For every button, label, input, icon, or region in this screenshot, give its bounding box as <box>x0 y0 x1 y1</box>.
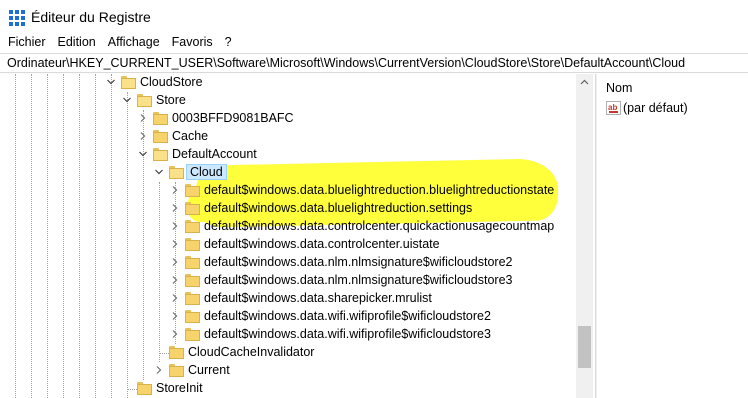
tree-node-label[interactable]: default$windows.data.nlm.nlmsignature$wi… <box>202 255 515 269</box>
folder-icon <box>137 382 152 395</box>
value-name: (par défaut) <box>623 101 688 115</box>
folder-icon <box>185 274 200 287</box>
tree-node[interactable]: CloudStore <box>0 74 576 92</box>
tree-node[interactable]: default$windows.data.nlm.nlmsignature$wi… <box>0 254 576 272</box>
title-bar[interactable]: Éditeur du Registre <box>0 0 748 34</box>
folder-icon <box>185 220 200 233</box>
address-path[interactable]: Ordinateur\HKEY_CURRENT_USER\Software\Mi… <box>7 56 685 70</box>
folder-icon <box>185 184 200 197</box>
chevron-right-icon[interactable] <box>170 221 180 231</box>
tree-node[interactable]: Cache <box>0 128 576 146</box>
string-value-icon: ab <box>606 101 621 115</box>
tree-guide <box>127 389 137 390</box>
tree-node[interactable]: default$windows.data.controlcenter.quick… <box>0 218 576 236</box>
chevron-right-icon[interactable] <box>138 113 148 123</box>
values-pane[interactable]: Nom ab (par défaut) <box>598 74 748 398</box>
tree-node-label[interactable]: Current <box>186 363 232 377</box>
folder-icon <box>185 202 200 215</box>
tree-node[interactable]: CloudCacheInvalidator <box>0 344 576 362</box>
menu-help[interactable]: ? <box>225 34 232 53</box>
scroll-thumb[interactable] <box>578 326 591 368</box>
tree-node[interactable]: default$windows.data.nlm.nlmsignature$wi… <box>0 272 576 290</box>
chevron-right-icon[interactable] <box>154 365 164 375</box>
tree-node[interactable]: 0003BFFD9081BAFC <box>0 110 576 128</box>
folder-icon <box>153 130 168 143</box>
tree-node-label[interactable]: default$windows.data.wifi.wifiprofile$wi… <box>202 309 493 323</box>
folder-icon <box>169 364 184 377</box>
chevron-right-icon[interactable] <box>170 311 180 321</box>
registry-editor-window: Éditeur du Registre Fichier Edition Affi… <box>0 0 748 398</box>
tree-node-label[interactable]: Cache <box>170 129 210 143</box>
tree-node[interactable]: default$windows.data.bluelightreduction.… <box>0 200 576 218</box>
folder-icon <box>185 238 200 251</box>
scroll-up-arrow-icon[interactable] <box>576 74 593 91</box>
tree-node[interactable]: DefaultAccount <box>0 146 576 164</box>
chevron-right-icon[interactable] <box>170 203 180 213</box>
menu-affichage[interactable]: Affichage <box>108 34 160 53</box>
chevron-down-icon[interactable] <box>138 149 148 159</box>
window-title: Éditeur du Registre <box>31 9 151 25</box>
tree-node[interactable]: StoreInit <box>0 380 576 398</box>
tree-scrollbar[interactable] <box>576 74 593 398</box>
chevron-right-icon[interactable] <box>170 239 180 249</box>
folder-icon <box>121 76 136 89</box>
tree-node[interactable]: Store <box>0 92 576 110</box>
folder-icon <box>153 112 168 125</box>
tree-node-label[interactable]: default$windows.data.bluelightreduction.… <box>202 201 474 215</box>
tree-node[interactable]: default$windows.data.wifi.wifiprofile$wi… <box>0 326 576 344</box>
folder-icon <box>169 346 184 359</box>
chevron-right-icon[interactable] <box>170 185 180 195</box>
folder-icon <box>137 94 152 107</box>
tree-node[interactable]: default$windows.data.bluelightreduction.… <box>0 182 576 200</box>
folder-icon <box>153 148 168 161</box>
tree-guide <box>159 353 169 354</box>
registry-tree[interactable]: CloudStore Store 0003BFFD9081BAFC Cache Defa… <box>0 74 594 398</box>
folder-icon <box>185 292 200 305</box>
tree-node-label[interactable]: default$windows.data.sharepicker.mrulist <box>202 291 434 305</box>
tree-node-label[interactable]: StoreInit <box>154 381 205 395</box>
folder-icon <box>185 310 200 323</box>
tree-node-label[interactable]: Store <box>154 93 188 107</box>
tree-node[interactable]: Cloud <box>0 164 576 182</box>
tree-node-label[interactable]: DefaultAccount <box>170 147 259 161</box>
tree-node-label[interactable]: 0003BFFD9081BAFC <box>170 111 296 125</box>
menu-fichier[interactable]: Fichier <box>8 34 46 53</box>
menu-edition[interactable]: Edition <box>58 34 96 53</box>
tree-node[interactable]: default$windows.data.sharepicker.mrulist <box>0 290 576 308</box>
pane-splitter[interactable] <box>595 74 597 398</box>
chevron-right-icon[interactable] <box>170 293 180 303</box>
tree-node-label[interactable]: Cloud <box>186 164 227 180</box>
chevron-down-icon[interactable] <box>106 77 116 87</box>
value-row[interactable]: ab (par défaut) <box>606 100 746 118</box>
tree-node-label[interactable]: default$windows.data.controlcenter.quick… <box>202 219 556 233</box>
registry-editor-icon <box>9 10 25 26</box>
chevron-down-icon[interactable] <box>122 95 132 105</box>
chevron-down-icon[interactable] <box>154 167 164 177</box>
column-header-name[interactable]: Nom <box>606 81 632 95</box>
tree-node[interactable]: Current <box>0 362 576 380</box>
menu-bar: Fichier Edition Affichage Favoris ? <box>0 34 748 53</box>
folder-icon <box>169 166 184 179</box>
chevron-right-icon[interactable] <box>138 131 148 141</box>
tree-node[interactable]: default$windows.data.wifi.wifiprofile$wi… <box>0 308 576 326</box>
tree-node[interactable]: default$windows.data.controlcenter.uista… <box>0 236 576 254</box>
address-bar[interactable]: Ordinateur\HKEY_CURRENT_USER\Software\Mi… <box>0 53 748 73</box>
chevron-right-icon[interactable] <box>170 275 180 285</box>
folder-icon <box>185 256 200 269</box>
tree-node-label[interactable]: default$windows.data.controlcenter.uista… <box>202 237 442 251</box>
chevron-right-icon[interactable] <box>170 329 180 339</box>
menu-favoris[interactable]: Favoris <box>172 34 213 53</box>
folder-icon <box>185 328 200 341</box>
chevron-right-icon[interactable] <box>170 257 180 267</box>
tree-node-label[interactable]: CloudStore <box>138 75 205 89</box>
tree-node-label[interactable]: default$windows.data.bluelightreduction.… <box>202 183 556 197</box>
tree-node-label[interactable]: CloudCacheInvalidator <box>186 345 316 359</box>
tree-node-label[interactable]: default$windows.data.wifi.wifiprofile$wi… <box>202 327 493 341</box>
tree-node-label[interactable]: default$windows.data.nlm.nlmsignature$wi… <box>202 273 515 287</box>
